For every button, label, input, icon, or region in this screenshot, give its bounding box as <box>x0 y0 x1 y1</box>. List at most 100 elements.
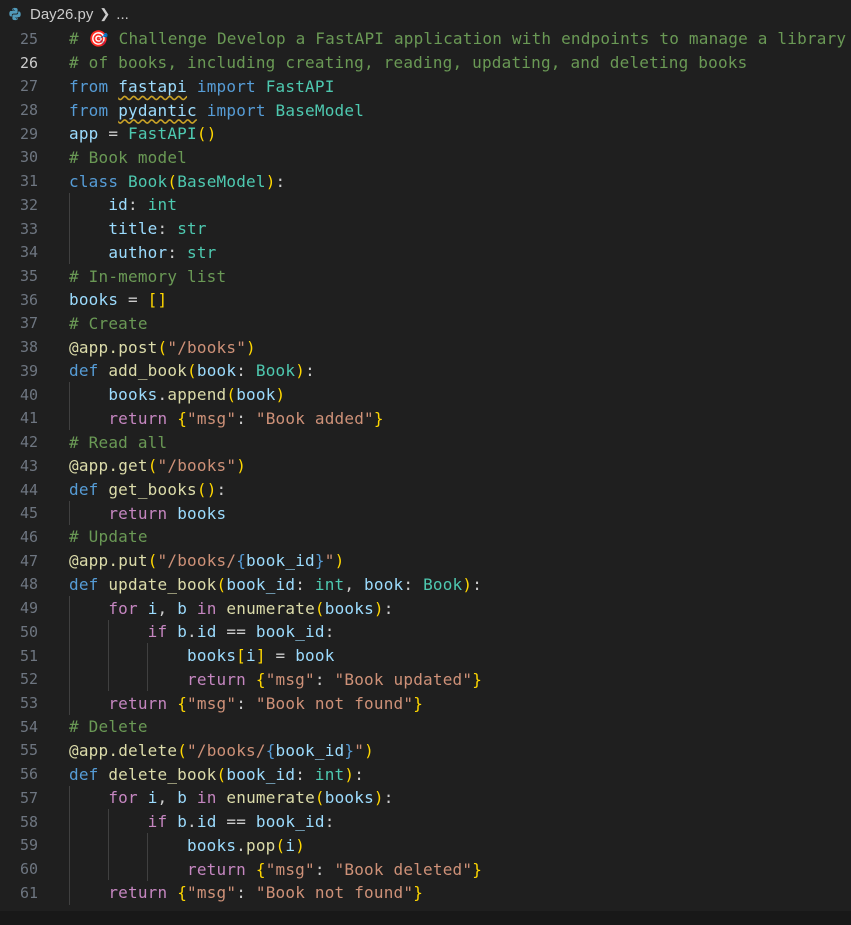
breadcrumb: Day26.py ❯ ... <box>0 0 851 28</box>
line-number: 47 <box>19 551 38 570</box>
code-line[interactable]: 45 return books <box>0 501 851 525</box>
code-text[interactable]: # In-memory list <box>69 267 226 286</box>
line-number: 42 <box>19 433 38 452</box>
line-number: 30 <box>19 148 38 167</box>
code-text[interactable]: def get_books(): <box>69 480 226 499</box>
code-line[interactable]: 61 return {"msg": "Book not found"} <box>0 881 851 905</box>
code-line[interactable]: 25 # 🎯 Challenge Develop a FastAPI applic… <box>0 27 851 51</box>
code-text[interactable]: # of books, including creating, reading,… <box>69 53 747 72</box>
code-text[interactable]: return {"msg": "Book not found"} <box>69 694 423 713</box>
line-number: 34 <box>19 243 38 262</box>
code-line[interactable]: 31 class Book(BaseModel): <box>0 169 851 193</box>
line-number: 29 <box>19 124 38 143</box>
code-line[interactable]: 40 books.append(book) <box>0 383 851 407</box>
code-line[interactable]: 54 # Delete <box>0 715 851 739</box>
breadcrumb-file[interactable]: Day26.py <box>30 6 93 23</box>
code-line[interactable]: 27 from fastapi import FastAPI <box>0 74 851 98</box>
code-text[interactable]: class Book(BaseModel): <box>69 172 285 191</box>
code-text[interactable]: # Delete <box>69 717 148 736</box>
code-line[interactable]: 50 if b.id == book_id: <box>0 620 851 644</box>
code-text[interactable]: # Read all <box>69 433 167 452</box>
code-text[interactable]: # 🎯 Challenge Develop a FastAPI applicat… <box>69 29 846 48</box>
code-line[interactable]: 49 for i, b in enumerate(books): <box>0 596 851 620</box>
code-line[interactable]: 41 return {"msg": "Book added"} <box>0 407 851 431</box>
code-text[interactable]: id: int <box>69 195 177 214</box>
code-line[interactable]: 39 def add_book(book: Book): <box>0 359 851 383</box>
code-line[interactable]: 57 for i, b in enumerate(books): <box>0 786 851 810</box>
code-text[interactable]: app = FastAPI() <box>69 124 217 143</box>
code-text[interactable]: from pydantic import BaseModel <box>69 101 364 120</box>
code-line[interactable]: 38 @app.post("/books") <box>0 335 851 359</box>
code-text[interactable]: @app.post("/books") <box>69 338 256 357</box>
code-text[interactable]: # Create <box>69 314 148 333</box>
code-line[interactable]: 58 if b.id == book_id: <box>0 810 851 834</box>
code-line[interactable]: 32 id: int <box>0 193 851 217</box>
code-text[interactable]: books.pop(i) <box>69 836 305 855</box>
code-line[interactable]: 56 def delete_book(book_id: int): <box>0 762 851 786</box>
code-text[interactable]: @app.put("/books/{book_id}") <box>69 551 344 570</box>
line-number: 37 <box>19 314 38 333</box>
code-text[interactable]: @app.delete("/books/{book_id}") <box>69 741 374 760</box>
line-number: 31 <box>19 172 38 191</box>
code-line[interactable]: 37 # Create <box>0 312 851 336</box>
code-line[interactable]: 53 return {"msg": "Book not found"} <box>0 691 851 715</box>
breadcrumb-more[interactable]: ... <box>116 6 129 23</box>
code-text[interactable]: # Update <box>69 527 148 546</box>
code-line[interactable]: 30 # Book model <box>0 146 851 170</box>
code-text[interactable]: return {"msg": "Book updated"} <box>69 670 482 689</box>
line-number: 43 <box>19 456 38 475</box>
code-text[interactable]: for i, b in enumerate(books): <box>69 788 394 807</box>
line-number: 51 <box>19 646 38 665</box>
code-line[interactable]: 47 @app.put("/books/{book_id}") <box>0 549 851 573</box>
code-text[interactable]: def update_book(book_id: int, book: Book… <box>69 575 482 594</box>
code-text[interactable]: return {"msg": "Book added"} <box>69 409 384 428</box>
line-number: 33 <box>19 219 38 238</box>
code-text[interactable]: author: str <box>69 243 217 262</box>
line-number: 52 <box>19 670 38 689</box>
code-editor[interactable]: 25 # 🎯 Challenge Develop a FastAPI applic… <box>0 27 851 911</box>
code-line[interactable]: 48 def update_book(book_id: int, book: Bo… <box>0 573 851 597</box>
code-text[interactable]: return books <box>69 504 226 523</box>
code-line[interactable]: 35 # In-memory list <box>0 264 851 288</box>
code-text[interactable]: for i, b in enumerate(books): <box>69 599 394 618</box>
code-text[interactable]: # Book model <box>69 148 187 167</box>
line-number: 28 <box>19 101 38 119</box>
line-number: 57 <box>19 788 38 807</box>
code-line[interactable]: 28 from pydantic import BaseModel <box>0 98 851 122</box>
line-number: 38 <box>19 338 38 357</box>
code-line[interactable]: 36 books = [] <box>0 288 851 312</box>
code-line[interactable]: 29 app = FastAPI() <box>0 122 851 146</box>
line-number: 49 <box>19 599 38 618</box>
code-line[interactable]: 46 # Update <box>0 525 851 549</box>
code-text[interactable]: return {"msg": "Book deleted"} <box>69 860 482 879</box>
code-text[interactable]: def add_book(book: Book): <box>69 361 315 380</box>
code-line[interactable]: 60 return {"msg": "Book deleted"} <box>0 857 851 881</box>
code-line[interactable]: 44 def get_books(): <box>0 478 851 502</box>
code-line[interactable]: 33 title: str <box>0 217 851 241</box>
code-text[interactable]: title: str <box>69 219 207 238</box>
code-line[interactable]: 42 # Read all <box>0 430 851 454</box>
line-number: 40 <box>19 385 38 404</box>
code-text[interactable]: books = [] <box>69 290 167 309</box>
code-line[interactable]: 52 return {"msg": "Book updated"} <box>0 667 851 691</box>
code-text[interactable]: if b.id == book_id: <box>69 622 335 641</box>
code-line[interactable]: 59 books.pop(i) <box>0 833 851 857</box>
code-text[interactable]: def delete_book(book_id: int): <box>69 765 364 784</box>
line-number: 35 <box>19 267 38 286</box>
code-line[interactable]: 55 @app.delete("/books/{book_id}") <box>0 739 851 763</box>
code-line[interactable]: 34 author: str <box>0 240 851 264</box>
code-text[interactable]: from fastapi import FastAPI <box>69 77 335 96</box>
line-number: 54 <box>19 717 38 736</box>
code-text[interactable]: books[i] = book <box>69 646 335 665</box>
line-number: 48 <box>19 575 38 594</box>
code-text[interactable]: return {"msg": "Book not found"} <box>69 883 423 902</box>
line-number: 26 <box>19 53 38 72</box>
line-number: 39 <box>19 361 38 380</box>
code-text[interactable]: books.append(book) <box>69 385 285 404</box>
code-line[interactable]: 26 # of books, including creating, readin… <box>0 51 851 75</box>
python-file-icon <box>9 7 21 21</box>
code-line[interactable]: 43 @app.get("/books") <box>0 454 851 478</box>
code-text[interactable]: @app.get("/books") <box>69 456 246 475</box>
code-text[interactable]: if b.id == book_id: <box>69 812 335 831</box>
code-line[interactable]: 51 books[i] = book <box>0 644 851 668</box>
